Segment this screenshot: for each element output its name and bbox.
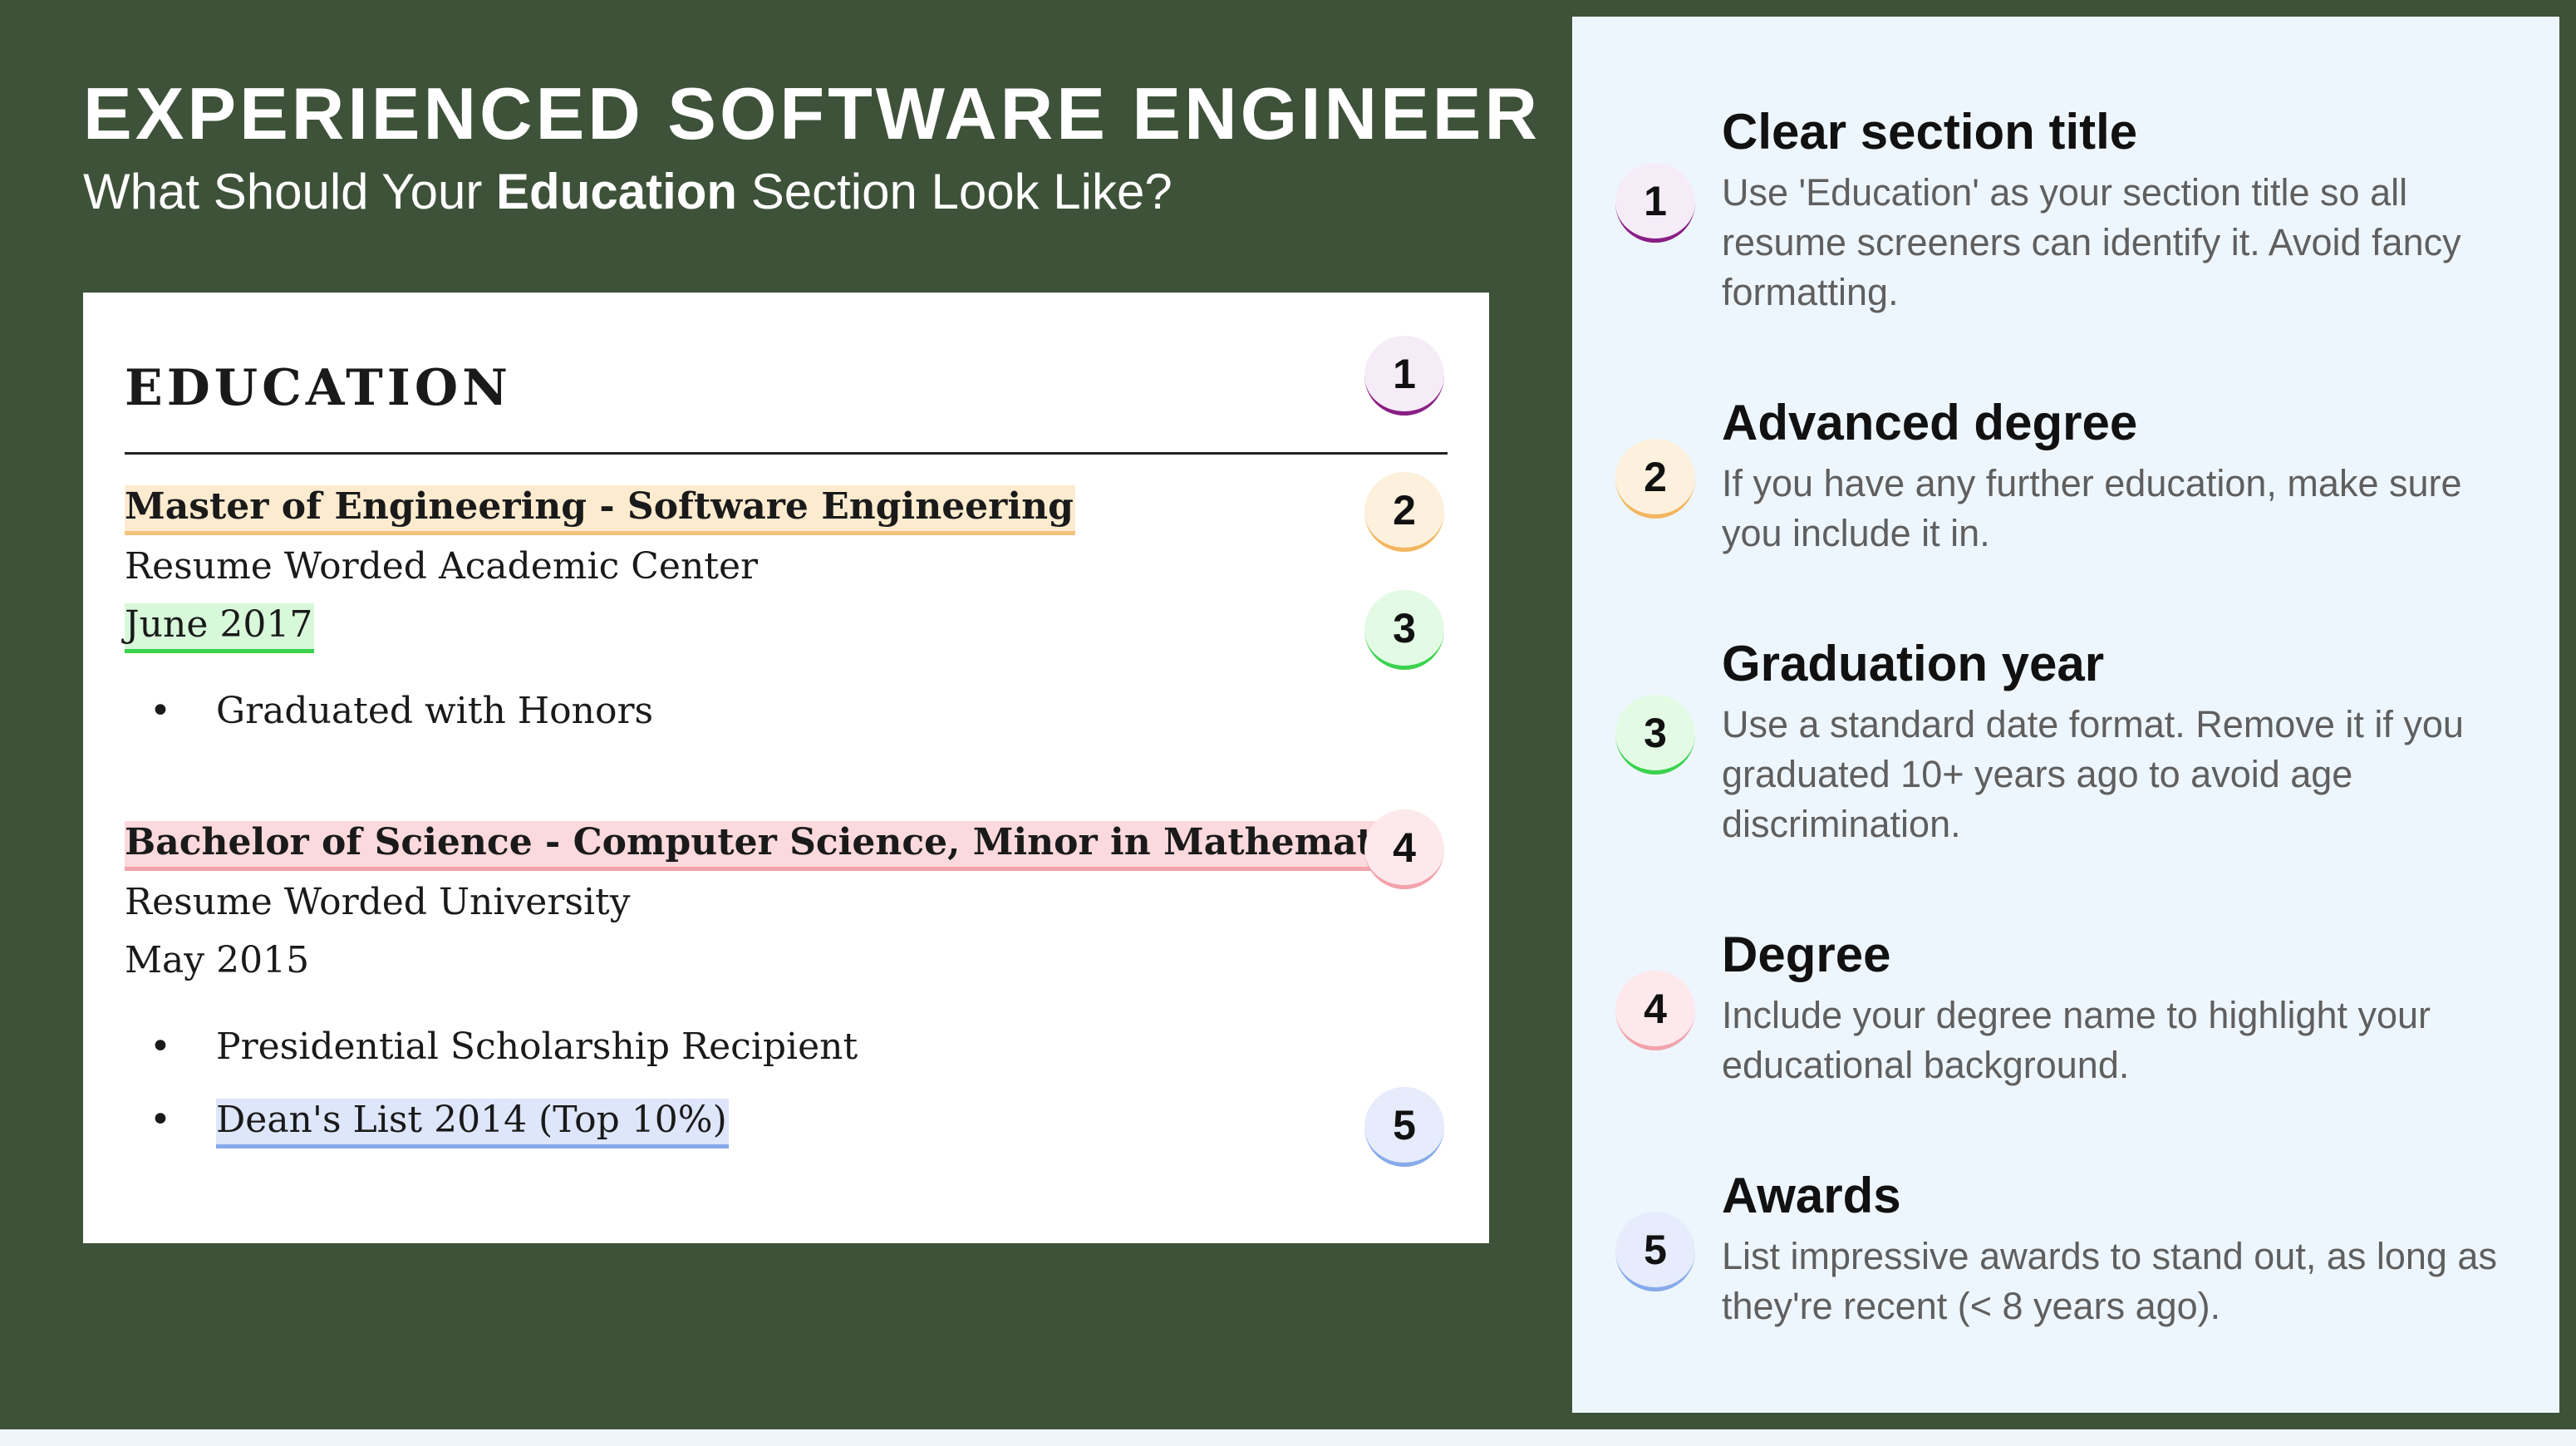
tip-number-badge-1: 1 [1615,163,1695,243]
education-section-title: EDUCATION [125,359,512,417]
degree-name-2: Bachelor of Science - Computer Science, … [125,821,1433,871]
bullet-text: Graduated with Honors [216,690,654,732]
marker-badge-1: 1 [1364,336,1444,416]
tip-number-badge-5: 5 [1615,1212,1695,1291]
page-subtitle: What Should Your Education Section Look … [83,163,1172,220]
page-title: EXPERIENCED SOFTWARE ENGINEER [83,72,1541,155]
bullet-dot: • [150,690,171,732]
bullet-text-highlighted: Dean's List 2014 (Top 10%) [216,1099,729,1148]
tip-title: Awards [1722,1168,1901,1223]
school-name-2: Resume Worded University [125,881,631,923]
tip-description: Use a standard date format. Remove it if… [1722,703,2464,845]
resume-example-card: EDUCATION 1 Master of Engineering - Soft… [83,293,1489,1243]
marker-badge-2: 2 [1364,472,1444,552]
tip-title: Advanced degree [1722,395,2138,450]
section-divider [125,452,1448,455]
tip-number-badge-4: 4 [1615,971,1695,1050]
tip-description: Use 'Education' as your section title so… [1722,171,2461,313]
marker-badge-3: 3 [1364,590,1444,670]
bullet-item: • Dean's List 2014 (Top 10%) [150,1099,729,1148]
subtitle-text-end: Section Look Like? [737,164,1172,219]
bullet-text: Presidential Scholarship Recipient [216,1025,858,1068]
tip-title: Clear section title [1722,104,2138,160]
degree-line-1: Master of Engineering - Software Enginee… [125,485,1075,535]
tip-title: Degree [1722,927,1891,982]
tip-description: Include your degree name to highlight yo… [1722,994,2431,1086]
marker-badge-5: 5 [1364,1087,1444,1167]
graduation-date-1: June 2017 [125,603,315,653]
tip-description: List impressive awards to stand out, as … [1722,1235,2497,1327]
bullet-item: • Graduated with Honors [150,690,653,732]
marker-badge-4: 4 [1364,809,1444,889]
tip-number-badge-2: 2 [1615,439,1695,519]
degree-name-1: Master of Engineering - Software Enginee… [125,485,1075,535]
subtitle-text-start: What Should Your [83,164,497,219]
tip-description: If you have any further education, make … [1722,462,2462,554]
tip-title: Graduation year [1722,636,2105,691]
degree-line-2: Bachelor of Science - Computer Science, … [125,821,1433,871]
tip-number-badge-3: 3 [1615,695,1695,775]
tips-panel: 1 Clear section title Use 'Education' as… [1572,17,2559,1413]
subtitle-emphasis: Education [496,164,738,219]
bullet-dot: • [150,1025,171,1068]
bullet-dot: • [150,1099,171,1141]
date-line-2: May 2015 [125,939,310,981]
date-line-1: June 2017 [125,603,315,653]
bullet-item: • Presidential Scholarship Recipient [150,1025,858,1068]
school-name-1: Resume Worded Academic Center [125,545,759,588]
